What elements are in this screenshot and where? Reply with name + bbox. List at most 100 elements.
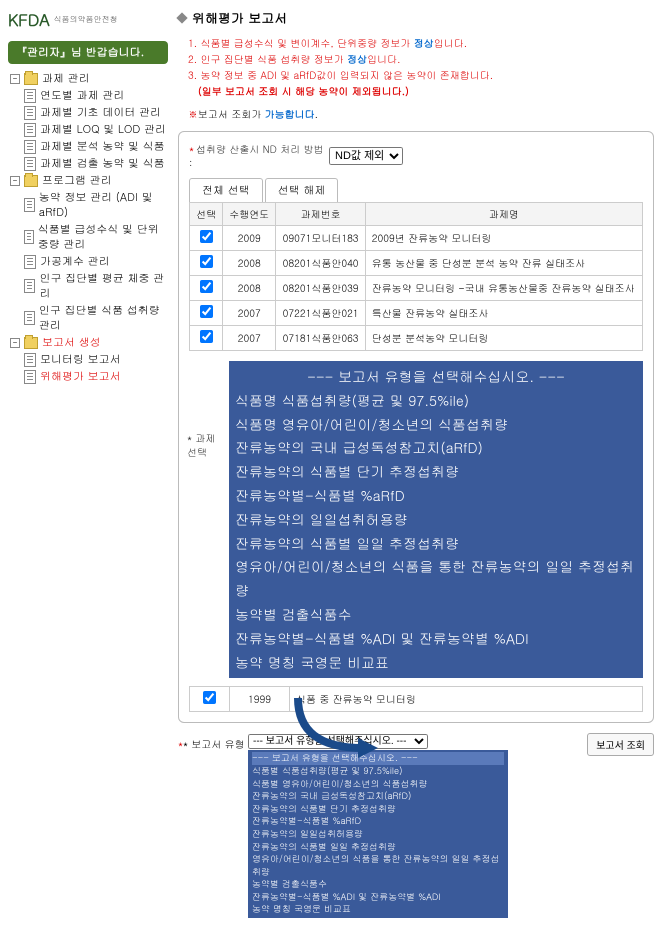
document-icon	[24, 279, 35, 293]
tab-bar: 전체 선택 선택 해제	[189, 178, 643, 202]
table-row: 200707221식품안021특산물 잔류농약 실태조사	[190, 301, 643, 326]
logo: KFDA 식품의약품안전청	[8, 8, 168, 31]
folder-icon	[24, 73, 38, 85]
table-row: 200707181식품안063단성분 분석농약 모니터링	[190, 326, 643, 351]
row-number: 07181식품안063	[276, 326, 365, 351]
row-checkbox[interactable]	[200, 230, 213, 243]
sidebar: KFDA 식품의약품안전청 『관리자』님 반갑습니다. - 과제 관리 연도별 …	[8, 8, 168, 918]
document-icon	[24, 255, 36, 269]
notice-list: 1. 식품별 급성수식 및 변이계수, 단위중량 정보가 정상입니다. 2. 인…	[178, 35, 654, 99]
diamond-icon	[176, 12, 187, 23]
row-checkbox[interactable]	[200, 255, 213, 268]
row-checkbox[interactable]	[203, 691, 216, 704]
dropdown-option[interactable]: 잔류농약의 국내 급성독성참고치(aRfD)	[235, 436, 637, 460]
tab-deselect-all[interactable]: 선택 해제	[265, 178, 339, 202]
page-title-row: 위해평가 보고서	[178, 8, 654, 27]
notice-3: 3. 농약 정보 중 ADI 및 aRfD값이 입력되지 않은 농약이 존재합니…	[188, 67, 654, 83]
row-year: 2007	[223, 326, 276, 351]
dropdown-option[interactable]: 잔류농약의 식품별 일일 추정섭취량	[235, 532, 637, 556]
row-year: 2008	[223, 251, 276, 276]
dropdown-option[interactable]: 농약 명칭 국영문 비교표	[252, 903, 504, 916]
dropdown-option[interactable]: 농약별 검출식품수	[235, 603, 637, 627]
row-number: 08201식품안040	[276, 251, 365, 276]
nd-label: *섭취량 산출시 ND 처리 방법 :	[189, 142, 329, 170]
notice-2: 2. 인구 집단별 식품 섭취량 정보가 정상입니다.	[188, 51, 654, 67]
col-header: 과제번호	[276, 203, 365, 226]
collapse-icon[interactable]: -	[10, 338, 20, 348]
tree-item[interactable]: 모니터링 보고서	[24, 351, 168, 368]
tree-item[interactable]: 가공계수 관리	[24, 253, 168, 270]
dropdown-option[interactable]: --- 보고서 유형을 선택해수십시오. ---	[235, 365, 637, 389]
dropdown-option[interactable]: 잔류농약의 일일섭취허용량	[252, 828, 504, 841]
folder-icon	[24, 175, 38, 187]
tree-item[interactable]: 농약 정보 관리 (ADI 및 aRfD)	[24, 189, 168, 221]
tab-select-all[interactable]: 전체 선택	[189, 178, 263, 202]
col-header: 수행연도	[223, 203, 276, 226]
row-checkbox[interactable]	[200, 330, 213, 343]
row-checkbox[interactable]	[200, 305, 213, 318]
dropdown-option[interactable]: 식품명 식품섭취량(평균 및 97.5%ile)	[235, 389, 637, 413]
row-number: 09071모니터183	[276, 226, 365, 251]
dropdown-option[interactable]: 잔류농약별-식품별 %aRfD	[252, 815, 504, 828]
document-icon	[24, 140, 36, 154]
row-number: 08201식품안039	[276, 276, 365, 301]
report-type-section: ** 보고서 유형 --- 보고서 유형을 선택해주십시오. --- --- 보…	[178, 733, 654, 918]
tree-item[interactable]: 인구 집단별 평균 체중 관리	[24, 270, 168, 302]
dropdown-option[interactable]: 잔류농약의 식품별 단기 추정섭취량	[252, 803, 504, 816]
tree-item[interactable]: 과제별 기초 데이터 관리	[24, 104, 168, 121]
dropdown-option[interactable]: 식품별 영유아/어린이/청소년의 식품섭취량	[252, 778, 504, 791]
assignment-section: * 과제 선택 --- 보고서 유형을 선택해수십시오. ---식품명 식품섭취…	[189, 361, 643, 678]
tree-group-programs[interactable]: - 프로그램 관리	[10, 172, 168, 189]
page-title: 위해평가 보고서	[192, 8, 287, 27]
dropdown-option[interactable]: 영유아/어린이/청소년의 식품을 통한 잔류농약의 일일 추정섭취량	[235, 555, 637, 603]
dropdown-option[interactable]: 식품별 식품섭취량(평균 및 97.5%ile)	[252, 765, 504, 778]
row-name: 단성분 분석농약 모니터링	[365, 326, 642, 351]
dropdown-option[interactable]: 농약별 검출식품수	[252, 878, 504, 891]
row-year: 2008	[223, 276, 276, 301]
document-icon	[24, 123, 36, 137]
bottom-task-row: 1999 식품 중 잔류농약 모니터링	[189, 686, 643, 712]
report-type-options-expanded[interactable]: --- 보고서 유형을 선택해수십시오. ---식품별 식품섭취량(평균 및 9…	[248, 750, 508, 918]
document-icon	[24, 370, 36, 384]
document-icon	[24, 353, 36, 367]
nd-select[interactable]: ND값 제외	[329, 147, 403, 165]
tree-group-reports[interactable]: - 보고서 생성	[10, 334, 168, 351]
dropdown-option[interactable]: 잔류농약의 일일섭취허용량	[235, 508, 637, 532]
dropdown-option[interactable]: 영유아/어린이/청소년의 식품을 통한 잔류농약의 일일 추정섭취량	[252, 853, 504, 878]
nd-field-row: *섭취량 산출시 ND 처리 방법 : ND값 제외	[189, 142, 643, 170]
tree-item[interactable]: 과제별 검출 농약 및 식품	[24, 155, 168, 172]
dropdown-option[interactable]: 잔류농약의 식품별 일일 추정섭취량	[252, 841, 504, 854]
dropdown-option[interactable]: 식품명 영유아/어린이/청소년의 식품섭취량	[235, 413, 637, 437]
tree-group-tasks[interactable]: - 과제 관리	[10, 70, 168, 87]
folder-icon	[24, 337, 38, 349]
table-row: 200808201식품안040유통 농산물 중 단성분 분석 농약 잔류 실태조…	[190, 251, 643, 276]
report-type-dropdown-expanded[interactable]: --- 보고서 유형을 선택해수십시오. ---식품명 식품섭취량(평균 및 9…	[229, 361, 643, 678]
dropdown-option[interactable]: 농약 명칭 국영문 비교표	[235, 651, 637, 675]
main-content: 위해평가 보고서 1. 식품별 급성수식 및 변이계수, 단위중량 정보가 정상…	[168, 8, 654, 918]
dropdown-option[interactable]: 잔류농약별-식품별 %aRfD	[235, 484, 637, 508]
tree-item[interactable]: 인구 집단별 식품 섭취량 관리	[24, 302, 168, 334]
tree-item[interactable]: 과제별 분석 농약 및 식품	[24, 138, 168, 155]
arrow-icon	[293, 693, 383, 763]
row-name: 2009년 잔류농약 모니터링	[365, 226, 642, 251]
row-checkbox[interactable]	[200, 280, 213, 293]
lookup-button[interactable]: 보고서 조회	[587, 733, 654, 756]
tree-item[interactable]: 연도별 과제 관리	[24, 87, 168, 104]
notice-warn: (일부 보고서 조회 시 해당 농약이 제외됩니다.)	[188, 83, 654, 99]
dropdown-option[interactable]: 잔류농약별-식품별 %ADI 및 잔류농약별 %ADI	[252, 891, 504, 904]
document-icon	[24, 106, 36, 120]
welcome-banner: 『관리자』님 반갑습니다.	[8, 41, 168, 64]
collapse-icon[interactable]: -	[10, 74, 20, 84]
tree-item[interactable]: 위해평가 보고서	[24, 368, 168, 385]
dropdown-option[interactable]: 잔류농약의 국내 급성독성참고치(aRfD)	[252, 790, 504, 803]
collapse-icon[interactable]: -	[10, 176, 20, 186]
tree-item[interactable]: 식품별 급성수식 및 단위중량 관리	[24, 221, 168, 253]
col-header: 선택	[190, 203, 223, 226]
logo-text: KFDA	[8, 8, 50, 31]
notice-1: 1. 식품별 급성수식 및 변이계수, 단위중량 정보가 정상입니다.	[188, 35, 654, 51]
dropdown-option[interactable]: 잔류농약의 식품별 단기 추정섭취량	[235, 460, 637, 484]
dropdown-option[interactable]: 잔류농약별-식품별 %ADI 및 잔류농약별 %ADI	[235, 627, 637, 651]
row-name: 유통 농산물 중 단성분 분석 농약 잔류 실태조사	[365, 251, 642, 276]
tree-item[interactable]: 과제별 LOQ 및 LOD 관리	[24, 121, 168, 138]
row-year: 1999	[230, 687, 290, 712]
